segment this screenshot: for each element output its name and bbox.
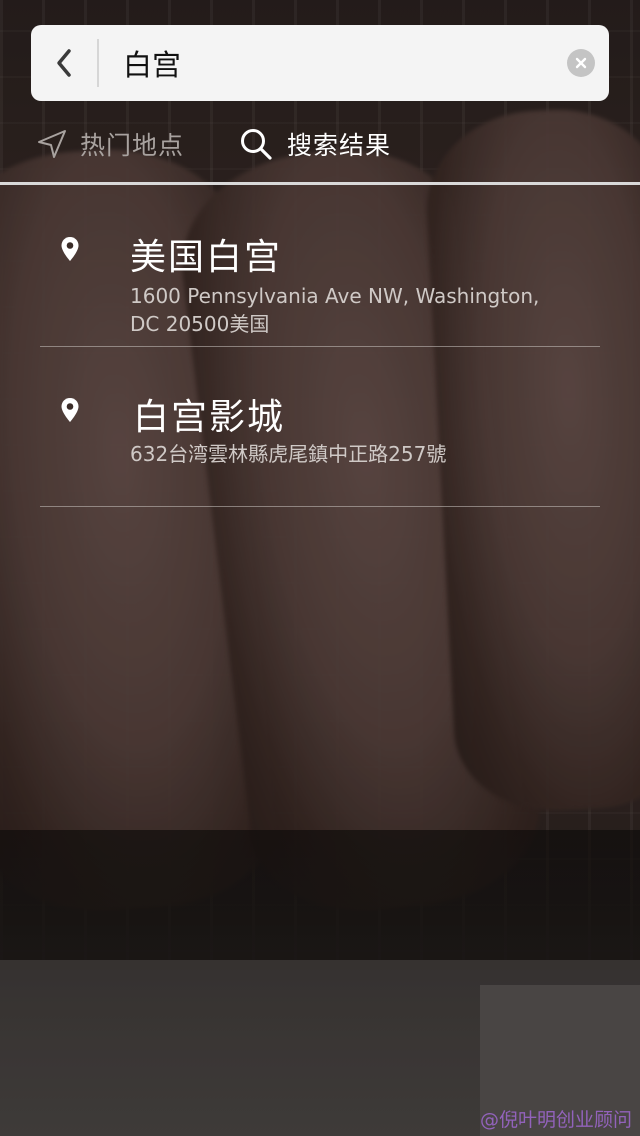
- tab-search-results-label: 搜索结果: [287, 131, 392, 160]
- map-pin-icon: [61, 237, 79, 261]
- clear-search-button[interactable]: [567, 49, 595, 77]
- chevron-left-icon: [57, 49, 71, 77]
- watermark: @倪叶明创业顾问: [479, 1109, 632, 1131]
- close-icon: [575, 57, 587, 69]
- result-item[interactable]: 美国白宫 1600 Pennsylvania Ave NW, Washingto…: [40, 186, 600, 347]
- navigation-arrow-icon: [38, 130, 66, 158]
- tab-underline: [0, 182, 640, 185]
- map-pin-icon: [61, 398, 79, 422]
- result-divider: [40, 506, 600, 507]
- result-address: 632台湾雲林縣虎尾鎮中正路257號: [130, 442, 447, 466]
- result-title: 白宫影城: [133, 397, 286, 438]
- search-bar: [31, 25, 609, 101]
- search-divider: [97, 39, 99, 87]
- result-address: 1600 Pennsylvania Ave NW, Washington, DC…: [130, 284, 540, 336]
- background-photo: [0, 0, 640, 1136]
- tab-hot-places[interactable]: 热门地点: [36, 122, 184, 166]
- search-input[interactable]: [123, 39, 553, 87]
- result-item[interactable]: 白宫影城 632台湾雲林縣虎尾鎮中正路257號: [40, 348, 600, 507]
- result-divider: [40, 346, 600, 347]
- search-icon: [241, 129, 272, 160]
- tab-hot-places-label: 热门地点: [80, 131, 185, 160]
- back-button[interactable]: [31, 25, 97, 101]
- result-title: 美国白宫: [130, 237, 283, 278]
- tab-search-results[interactable]: 搜索结果: [239, 122, 391, 166]
- dim-overlay: [0, 0, 640, 1136]
